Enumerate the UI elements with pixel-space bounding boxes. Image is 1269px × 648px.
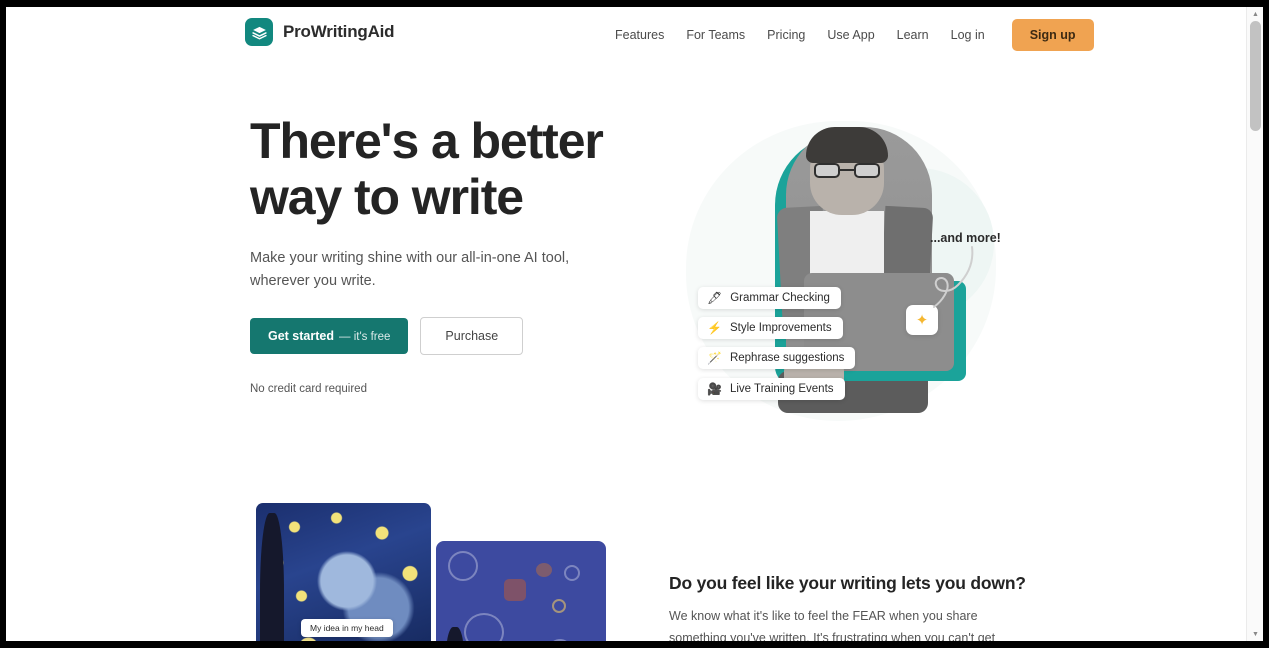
scrollbar-thumb[interactable]	[1250, 21, 1261, 131]
hero-section: There's a better way to write Make your …	[6, 63, 1246, 483]
no-credit-card-note: No credit card required	[250, 383, 367, 396]
hero-title: There's a better way to write	[250, 113, 650, 225]
hero-title-line-1: There's a better	[250, 113, 604, 169]
get-started-label: Get started	[268, 329, 334, 344]
hero-subtitle: Make your writing shine with our all-in-…	[250, 250, 570, 290]
feature-pill-label: Live Training Events	[729, 383, 834, 395]
section2-title: Do you feel like your writing lets you d…	[669, 573, 1026, 593]
feature-pill-label: Grammar Checking	[730, 292, 830, 304]
hero-action-buttons: Get started — it's free Purchase	[250, 317, 650, 356]
vertical-scrollbar[interactable]: ▲ ▼	[1246, 7, 1263, 641]
starry-night-caption: My idea in my head	[301, 619, 393, 637]
page-viewport: ProWritingAid Features For Teams Pricing…	[6, 7, 1263, 641]
feature-pill-label: Style Improvements	[729, 322, 832, 334]
curly-arrow-icon	[933, 246, 974, 308]
prowritingaid-landing-page: ProWritingAid Features For Teams Pricing…	[6, 7, 1246, 641]
brand-logo-link[interactable]: ProWritingAid	[245, 18, 395, 46]
writing-lets-you-down-section: My idea in my head Do you feel like your…	[6, 483, 1246, 641]
purchase-button[interactable]: Purchase	[420, 317, 524, 356]
sparkle-icon: ✦	[906, 305, 938, 335]
hero-title-line-2: way to write	[250, 169, 524, 225]
glasses-icon	[814, 163, 880, 178]
video-camera-icon: 🎥	[707, 382, 722, 396]
nav-item-learn[interactable]: Learn	[886, 22, 940, 48]
and-more-label: ...and more!	[930, 231, 1001, 245]
nav-item-log-in[interactable]: Log in	[940, 22, 996, 48]
nav-item-pricing[interactable]: Pricing	[756, 22, 816, 48]
purple-panel-icon	[436, 541, 606, 641]
get-started-suffix: — it's free	[339, 331, 391, 344]
sign-up-button[interactable]: Sign up	[1011, 19, 1094, 51]
main-navigation: Features For Teams Pricing Use App Learn…	[604, 7, 1094, 63]
browser-window: ProWritingAid Features For Teams Pricing…	[0, 0, 1269, 648]
feature-pill-rephrase-suggestions: 🪄 Rephrase suggestions	[698, 347, 856, 369]
book-logo-icon	[245, 18, 273, 46]
scroll-down-arrow-icon[interactable]: ▼	[1247, 627, 1263, 641]
feature-pill-style-improvements: ⚡ Style Improvements	[698, 317, 843, 339]
feather-pen-icon: 🖋	[707, 291, 723, 305]
starry-night-illustration: My idea in my head	[256, 503, 606, 641]
hero-copy: There's a better way to write Make your …	[250, 113, 650, 395]
feature-pill-live-training-events: 🎥 Live Training Events	[698, 378, 845, 400]
site-header: ProWritingAid Features For Teams Pricing…	[6, 7, 1246, 63]
nav-item-for-teams[interactable]: For Teams	[675, 22, 756, 48]
feature-pill-label: Rephrase suggestions	[729, 352, 845, 364]
scroll-up-arrow-icon[interactable]: ▲	[1247, 7, 1263, 21]
lightning-bolt-icon: ⚡	[707, 321, 722, 335]
section2-body: We know what it's like to feel the FEAR …	[669, 609, 996, 641]
get-started-button[interactable]: Get started — it's free	[250, 318, 409, 355]
nav-item-use-app[interactable]: Use App	[816, 22, 885, 48]
brand-name: ProWritingAid	[283, 22, 395, 41]
magic-wand-icon: 🪄	[707, 351, 722, 365]
nav-item-features[interactable]: Features	[604, 22, 675, 48]
hero-illustration: ✦ ...and more! 🖋 Grammar Checking ⚡ Styl…	[666, 113, 1026, 443]
feature-pill-grammar-checking: 🖋 Grammar Checking	[698, 287, 841, 309]
section2-copy: Do you feel like your writing lets you d…	[669, 573, 1026, 641]
